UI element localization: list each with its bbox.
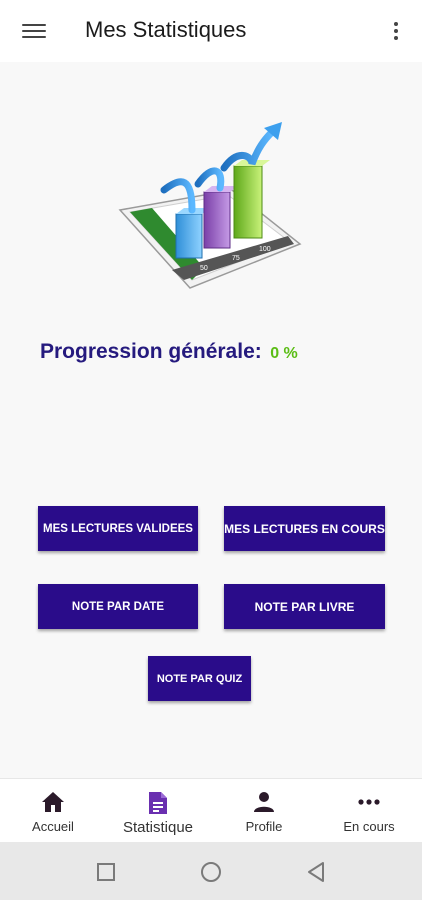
general-progress: Progression générale: 0 % <box>40 340 298 364</box>
nav-label: Statistique <box>122 819 194 836</box>
home-circle-icon[interactable] <box>200 861 222 883</box>
more-vert-icon[interactable] <box>388 20 404 42</box>
system-navigation-bar <box>0 842 422 900</box>
axis-tick-label: 50 <box>200 265 208 272</box>
hamburger-menu-icon[interactable] <box>22 20 46 42</box>
home-icon <box>42 792 64 812</box>
nav-label: Accueil <box>32 819 74 834</box>
score-by-date-button[interactable]: NOTE PAR DATE <box>38 584 198 629</box>
validated-reads-button[interactable]: MES LECTURES VALIDEES <box>38 506 198 551</box>
nav-item-en-cours[interactable]: En cours <box>324 779 414 843</box>
app-bar: Mes Statistiques <box>0 0 422 62</box>
more-horiz-icon <box>358 799 380 805</box>
nav-item-statistique[interactable]: Statistique <box>113 779 203 843</box>
score-by-quiz-button[interactable]: NOTE PAR QUIZ <box>148 656 251 701</box>
page-title: Mes Statistiques <box>85 17 247 42</box>
nav-item-profile[interactable]: Profile <box>219 779 309 843</box>
current-reads-button[interactable]: MES LECTURES EN COURS <box>224 506 385 551</box>
progress-label: Progression générale: <box>40 340 262 363</box>
bottom-navigation: Accueil Statistique Profile En cours <box>0 778 422 843</box>
progress-value: 0 % <box>270 345 298 362</box>
back-triangle-icon[interactable] <box>306 861 326 883</box>
person-icon <box>254 792 274 812</box>
score-by-book-button[interactable]: NOTE PAR LIVRE <box>224 584 385 629</box>
nav-label: Profile <box>245 819 283 834</box>
axis-tick-label: 100 <box>259 246 271 253</box>
nav-item-accueil[interactable]: Accueil <box>8 779 98 843</box>
document-icon <box>149 792 167 814</box>
axis-tick-label: 75 <box>232 255 240 262</box>
nav-label: En cours <box>343 819 395 834</box>
bar-chart-growth-illustration: 50 75 100 <box>118 122 302 289</box>
recents-square-icon[interactable] <box>96 862 116 882</box>
